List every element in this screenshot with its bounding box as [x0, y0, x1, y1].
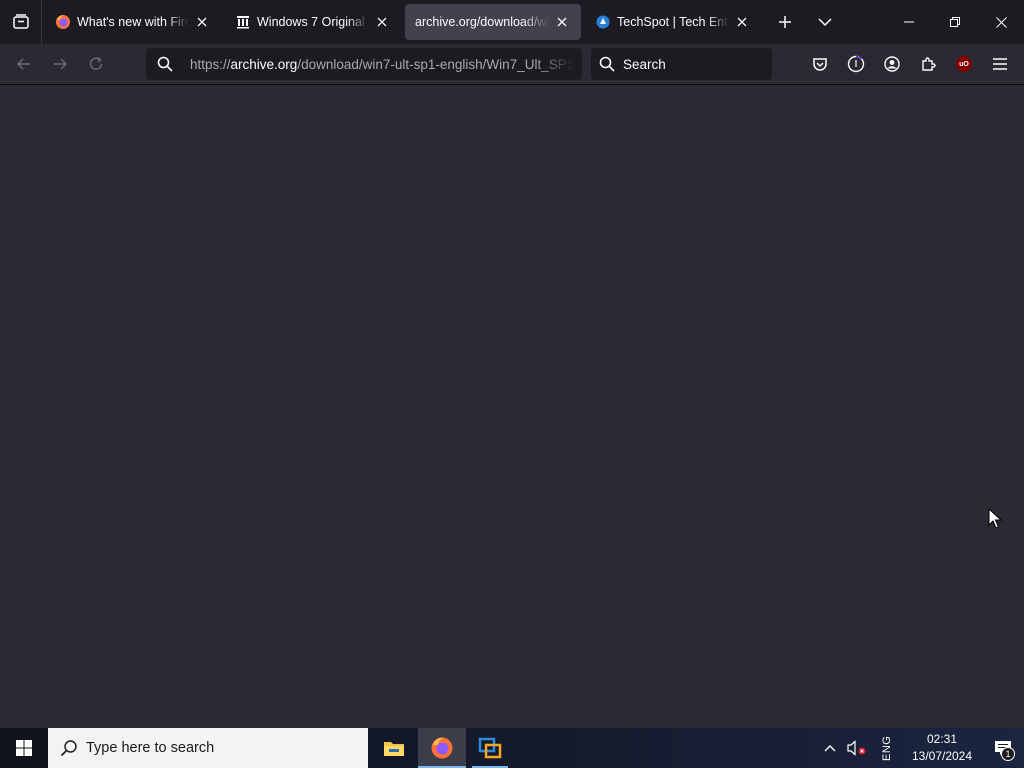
url-text[interactable]: https://archive.org/download/win7-ult-sp… [184, 57, 574, 72]
pocket-icon [813, 58, 827, 71]
close-tab-icon[interactable] [193, 13, 211, 31]
search-icon [599, 56, 615, 72]
firefox-icon [55, 14, 71, 30]
virtualbox-icon [478, 737, 502, 759]
pocket-button[interactable] [802, 48, 838, 80]
tab-techspot[interactable]: TechSpot | Tech Enthusiasts [585, 4, 761, 40]
archive-org-icon [235, 14, 251, 30]
url-bar[interactable]: https://archive.org/download/win7-ult-sp… [146, 48, 582, 80]
taskbar-search-placeholder: Type here to search [86, 740, 215, 756]
taskbar-apps [370, 728, 514, 768]
reload-button[interactable] [78, 48, 114, 80]
restore-button[interactable] [932, 0, 978, 44]
system-tray: ENG 02:31 13/07/2024 1 [818, 728, 1024, 768]
plus-icon [779, 16, 791, 28]
account-icon [884, 56, 900, 72]
new-tab-button[interactable] [765, 4, 805, 40]
tab-whats-new[interactable]: What's new with Firefox [45, 4, 221, 40]
tab-title: Windows 7 Original (x86) [257, 15, 369, 29]
back-button[interactable] [6, 48, 42, 80]
folder-icon [384, 742, 404, 756]
search-bar[interactable]: Search [591, 48, 772, 80]
url-path: /download/win7-ult-sp1-english/Win7_Ult_… [297, 56, 574, 72]
account-button[interactable] [874, 48, 910, 80]
tab-title: TechSpot | Tech Enthusiasts [617, 15, 729, 29]
minimize-icon [904, 21, 914, 23]
clock-date: 13/07/2024 [911, 749, 973, 763]
tab-archive-download[interactable]: archive.org/download/win7 [405, 4, 581, 40]
close-tab-icon[interactable] [373, 13, 391, 31]
clock[interactable]: 02:31 13/07/2024 [902, 728, 982, 768]
mouse-cursor-icon [988, 508, 1002, 529]
taskbar-firefox[interactable] [418, 728, 466, 768]
search-icon [146, 56, 184, 72]
window-controls [886, 0, 1024, 44]
taskbar-file-explorer[interactable] [370, 728, 418, 768]
search-placeholder: Search [623, 56, 666, 72]
arrow-right-icon [54, 58, 68, 70]
tab-title: archive.org/download/win7 [415, 15, 549, 29]
download-progress-icon [847, 55, 865, 73]
search-icon [60, 739, 78, 757]
close-window-button[interactable] [978, 0, 1024, 44]
taskbar-search-box[interactable]: Type here to search [48, 728, 368, 768]
tab-list: What's new with Firefox Windows 7 Origin… [42, 0, 845, 44]
taskbar-virtualbox[interactable] [466, 728, 514, 768]
start-button[interactable] [0, 728, 48, 768]
clock-time: 02:31 [926, 732, 958, 746]
tab-title: What's new with Firefox [77, 15, 189, 29]
extensions-button[interactable] [910, 48, 946, 80]
url-host: archive.org [230, 56, 298, 72]
volume-button[interactable] [842, 728, 872, 768]
puzzle-piece-icon [922, 57, 936, 71]
hamburger-menu-icon [993, 58, 1007, 70]
close-tab-icon[interactable] [733, 13, 751, 31]
chevron-down-icon [818, 18, 832, 27]
restore-icon [950, 17, 960, 27]
app-menu-button[interactable] [982, 48, 1018, 80]
firefox-icon [431, 737, 453, 759]
navigation-toolbar: https://archive.org/download/win7-ult-sp… [0, 44, 1024, 85]
techspot-icon [595, 14, 611, 30]
downloads-button[interactable] [838, 48, 874, 80]
chevron-up-icon [824, 745, 836, 752]
tab-manager-button[interactable] [0, 0, 42, 44]
tab-windows7-original[interactable]: Windows 7 Original (x86) [225, 4, 401, 40]
windows-logo-icon [16, 740, 32, 756]
show-hidden-icons-button[interactable] [818, 728, 842, 768]
ublock-origin-button[interactable]: uO [946, 48, 982, 80]
forward-button[interactable] [42, 48, 78, 80]
minimize-button[interactable] [886, 0, 932, 44]
action-center-button[interactable]: 1 [982, 728, 1024, 768]
toolbar-actions: uO [802, 48, 1018, 80]
input-language-indicator[interactable]: ENG [872, 728, 902, 768]
tab-manager-icon [12, 14, 29, 29]
url-prefix: https:// [190, 56, 231, 72]
tab-strip: What's new with Firefox Windows 7 Origin… [0, 0, 1024, 44]
volume-muted-icon [847, 740, 866, 756]
ublock-origin-icon: uO [956, 56, 972, 72]
arrow-left-icon [16, 58, 30, 70]
reload-icon [89, 56, 103, 70]
page-content [0, 86, 1024, 728]
close-icon [995, 16, 1007, 28]
list-all-tabs-button[interactable] [805, 4, 845, 40]
notification-count-badge: 1 [1001, 747, 1015, 761]
taskbar: Type here to search ENG 02:31 13/07/2024… [0, 728, 1024, 768]
close-tab-icon[interactable] [553, 13, 571, 31]
